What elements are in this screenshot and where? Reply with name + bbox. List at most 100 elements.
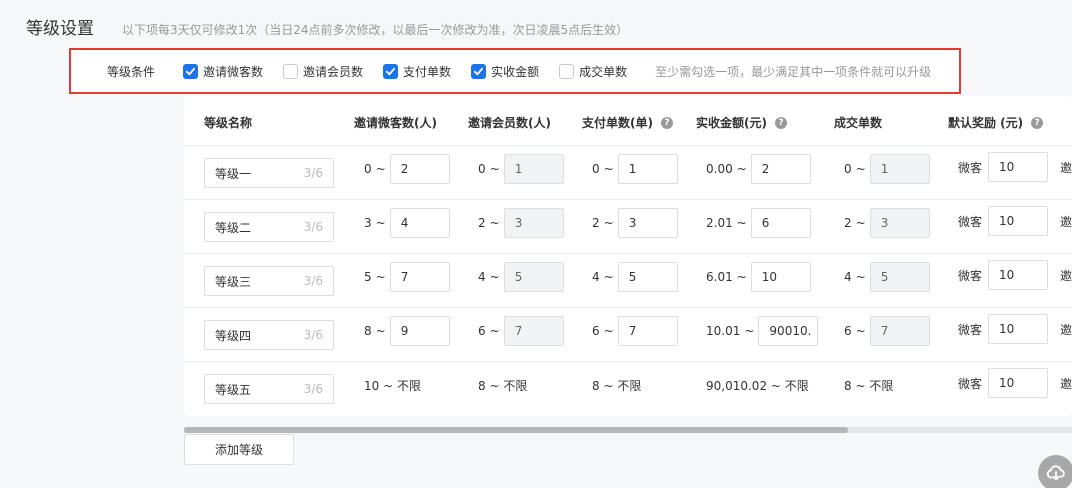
- range-separator: ~: [489, 324, 500, 338]
- range-to-input[interactable]: 7: [617, 316, 678, 346]
- table-row: 等级三 3/6 5 ~7 4 ~5 4 ~5 6.01 ~10 4 ~5 微客 10 邀: [184, 254, 1072, 308]
- range-to-input[interactable]: 10: [750, 262, 811, 292]
- level-name-input[interactable]: 等级二 3/6: [204, 212, 334, 242]
- reward-more: 邀: [1059, 376, 1072, 391]
- table-row: 等级一 3/6 0 ~2 0 ~1 0 ~1 0.00 ~2 0 ~1 微客 10 邀: [184, 146, 1072, 200]
- range-to-input[interactable]: 9: [389, 316, 450, 346]
- cloud-download-icon[interactable]: [1038, 455, 1072, 488]
- conditions-label: 等级条件: [107, 64, 156, 79]
- range-to-input[interactable]: 2: [750, 154, 811, 184]
- reward-input[interactable]: 10: [988, 152, 1048, 182]
- reward-more: 邀: [1059, 160, 1072, 175]
- range-to-input[interactable]: 7: [389, 262, 450, 292]
- table-row: 等级五 3/6 10 ~ 不限 8 ~ 不限 8 ~ 不限 90,010.02 ~ 不限 8…: [184, 362, 1072, 416]
- range-from: 4: [478, 270, 486, 284]
- add-level-button[interactable]: 添加等级: [184, 434, 294, 465]
- condition-checkbox-0[interactable]: 邀请微客数: [183, 63, 263, 80]
- condition-checkbox-2[interactable]: 支付单数: [383, 63, 451, 80]
- range-from: 6.01: [706, 270, 733, 284]
- range-from: 4: [844, 270, 852, 284]
- pay-orders-range: 6 ~7: [592, 316, 678, 346]
- reward-input[interactable]: 10: [988, 368, 1048, 398]
- range-text: 8 ~ 不限: [592, 378, 642, 393]
- level-conditions-bar: 等级条件 邀请微客数 邀请会员数 支付单数 实收金额 成交单数 至少需勾选一项，最少满足…: [69, 48, 961, 94]
- level-name-input[interactable]: 等级三 3/6: [204, 266, 334, 296]
- scrollbar-thumb[interactable]: [184, 427, 848, 433]
- range-from: 6: [844, 324, 852, 338]
- range-from: 3: [364, 216, 372, 230]
- col-amount-label: 实收金额(元): [696, 116, 767, 130]
- checkbox-box[interactable]: [183, 63, 199, 79]
- checkbox-box[interactable]: [383, 63, 399, 79]
- range-separator: ~: [744, 324, 755, 338]
- range-to-input[interactable]: 1: [617, 154, 678, 184]
- condition-label: 实收金额: [491, 64, 540, 79]
- horizontal-scrollbar[interactable]: [184, 427, 1072, 433]
- level-name: 等级五: [215, 382, 252, 397]
- range-from: 4: [592, 270, 600, 284]
- range-text: 8 ~ 不限: [478, 378, 528, 393]
- reward-input[interactable]: 10: [988, 206, 1048, 236]
- level-name-input[interactable]: 等级四 3/6: [204, 320, 334, 350]
- condition-checkbox-3[interactable]: 实收金额: [471, 63, 539, 80]
- invite-member-range: 6 ~7: [478, 316, 564, 346]
- condition-label: 成交单数: [579, 64, 628, 79]
- range-to-input[interactable]: 90010.: [758, 316, 819, 346]
- checkbox-box[interactable]: [559, 63, 575, 79]
- col-pay-orders-label: 支付单数(单): [582, 116, 653, 130]
- range-to-input: 5: [869, 262, 930, 292]
- amount-range: 2.01 ~6: [706, 208, 811, 238]
- range-separator: ~: [855, 270, 866, 284]
- checkbox-box[interactable]: [283, 63, 299, 79]
- condition-label: 邀请微客数: [203, 64, 264, 79]
- pay-orders-range: 4 ~5: [592, 262, 678, 292]
- range-text: 8 ~ 不限: [844, 378, 894, 393]
- condition-checkbox-1[interactable]: 邀请会员数: [283, 63, 363, 80]
- reward-label: 微客: [958, 376, 983, 391]
- table-row: 等级四 3/6 8 ~9 6 ~7 6 ~7 10.01 ~90010. 6 ~7 微客 10 邀: [184, 308, 1072, 362]
- table-row: 等级二 3/6 3 ~4 2 ~3 2 ~3 2.01 ~6 2 ~3 微客 10 邀: [184, 200, 1072, 254]
- question-circle-icon[interactable]: ?: [1031, 116, 1044, 129]
- range-to-input[interactable]: 5: [617, 262, 678, 292]
- range-from: 6: [478, 324, 486, 338]
- level-name-input[interactable]: 等级一 3/6: [204, 158, 334, 188]
- range-from: 6: [592, 324, 600, 338]
- char-count: 3/6: [303, 166, 323, 180]
- conditions-list: 邀请微客数 邀请会员数 支付单数 实收金额 成交单数: [183, 63, 647, 80]
- check-icon: [385, 67, 396, 75]
- range-to-input[interactable]: 4: [389, 208, 450, 238]
- reward-input[interactable]: 10: [988, 314, 1048, 344]
- question-circle-icon[interactable]: ?: [774, 116, 787, 129]
- pay-orders-range: 8 ~ 不限: [592, 370, 641, 400]
- range-separator: ~: [736, 216, 747, 230]
- default-reward: 微客 10 邀: [958, 260, 1072, 290]
- table-header: 等级名称 邀请微客数(人) 邀请会员数(人) 支付单数(单)? 实收金额(元)?…: [184, 96, 1072, 146]
- range-separator: ~: [855, 162, 866, 176]
- range-from: 0: [592, 162, 600, 176]
- col-invite-member: 邀请会员数(人): [468, 116, 551, 130]
- default-reward: 微客 10 邀: [958, 314, 1072, 344]
- range-to-input: 7: [503, 316, 564, 346]
- range-separator: ~: [603, 270, 614, 284]
- deals-range: 4 ~5: [844, 262, 930, 292]
- condition-checkbox-4[interactable]: 成交单数: [559, 63, 627, 80]
- range-to-input[interactable]: 2: [389, 154, 450, 184]
- level-name-input[interactable]: 等级五 3/6: [204, 374, 334, 404]
- range-to-input: 1: [869, 154, 930, 184]
- char-count: 3/6: [303, 328, 323, 342]
- range-to-input[interactable]: 6: [750, 208, 811, 238]
- deals-range: 6 ~7: [844, 316, 930, 346]
- checkbox-box[interactable]: [471, 63, 487, 79]
- col-default-reward-label: 默认奖励 (元): [948, 116, 1024, 130]
- range-from: 2: [844, 216, 852, 230]
- range-separator: ~: [375, 216, 386, 230]
- default-reward: 微客 10 邀: [958, 206, 1072, 236]
- range-to-input[interactable]: 3: [617, 208, 678, 238]
- reward-input[interactable]: 10: [988, 260, 1048, 290]
- range-separator: ~: [736, 162, 747, 176]
- col-amount: 实收金额(元)?: [696, 114, 787, 131]
- level-table: 等级名称 邀请微客数(人) 邀请会员数(人) 支付单数(单)? 实收金额(元)?…: [184, 96, 1072, 416]
- question-circle-icon[interactable]: ?: [660, 116, 673, 129]
- invite-weike-range: 10 ~ 不限: [364, 370, 421, 400]
- reward-label: 微客: [958, 268, 983, 283]
